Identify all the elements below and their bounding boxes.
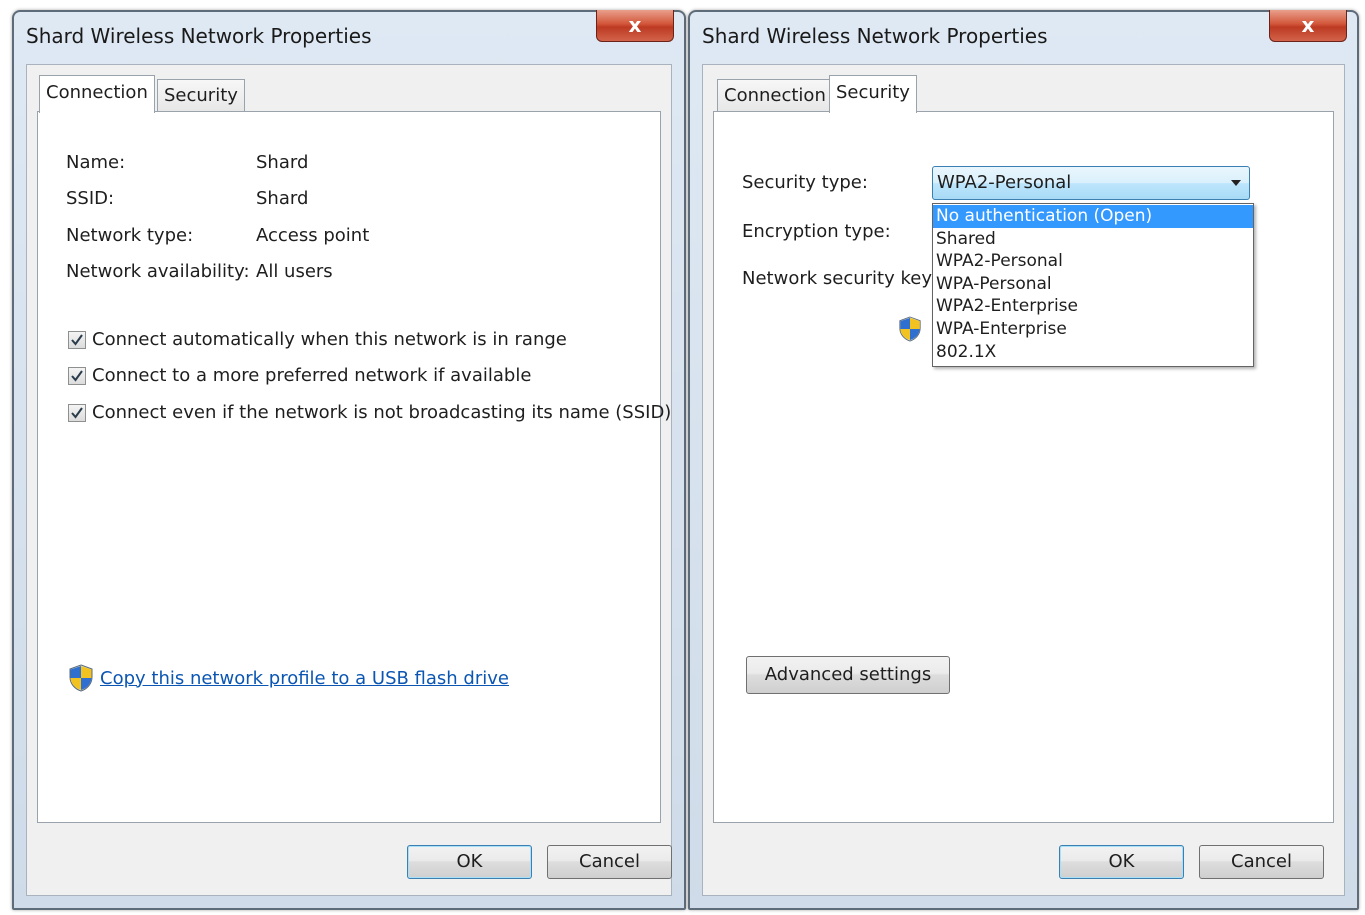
ok-button[interactable]: OK bbox=[1059, 845, 1184, 879]
network-availability-value: All users bbox=[256, 261, 333, 282]
ok-button[interactable]: OK bbox=[407, 845, 532, 879]
preferred-network-row[interactable]: Connect to a more preferred network if a… bbox=[68, 365, 531, 386]
cancel-button[interactable]: Cancel bbox=[1199, 845, 1324, 879]
option-shared[interactable]: Shared bbox=[933, 228, 1253, 251]
connection-panel: Name: Shard SSID: Shard Network type: Ac… bbox=[37, 111, 671, 823]
name-value: Shard bbox=[256, 152, 309, 173]
name-label: Name: bbox=[66, 152, 126, 173]
preferred-network-label: Connect to a more preferred network if a… bbox=[92, 365, 532, 386]
tab-security[interactable]: Security bbox=[157, 79, 245, 113]
auto-connect-checkbox[interactable] bbox=[68, 330, 86, 349]
auto-connect-row[interactable]: Connect automatically when this network … bbox=[68, 329, 567, 350]
hidden-ssid-label: Connect even if the network is not broad… bbox=[92, 402, 672, 423]
close-icon: x bbox=[1301, 13, 1315, 37]
checkmark-icon bbox=[71, 406, 83, 419]
checkmark-icon bbox=[71, 333, 83, 346]
encryption-type-label: Encryption type: bbox=[742, 221, 891, 242]
tab-connection[interactable]: Connection bbox=[717, 79, 833, 113]
security-type-label: Security type: bbox=[742, 172, 868, 193]
close-icon: x bbox=[628, 13, 642, 37]
right-dialog: Shard Wireless Network Properties x Conn… bbox=[688, 10, 1359, 910]
left-dialog: Shard Wireless Network Properties x Conn… bbox=[12, 10, 686, 910]
security-panel: Security type: WPA2-Personal Encryption … bbox=[713, 111, 1334, 823]
dialog-title: Shard Wireless Network Properties bbox=[26, 24, 372, 48]
uac-shield-icon bbox=[899, 316, 921, 342]
chevron-down-icon bbox=[1231, 180, 1241, 186]
security-type-dropdown: No authentication (Open) Shared WPA2-Per… bbox=[932, 203, 1254, 367]
cancel-button[interactable]: Cancel bbox=[547, 845, 672, 879]
option-wpa2-enterprise[interactable]: WPA2-Enterprise bbox=[933, 295, 1253, 318]
security-type-select[interactable]: WPA2-Personal bbox=[932, 166, 1250, 200]
option-wpa-enterprise[interactable]: WPA-Enterprise bbox=[933, 318, 1253, 341]
ssid-value: Shard bbox=[256, 188, 309, 209]
option-802-1x[interactable]: 802.1X bbox=[933, 341, 1253, 364]
tab-security[interactable]: Security bbox=[829, 75, 917, 113]
ssid-label: SSID: bbox=[66, 188, 115, 209]
option-wpa2-personal[interactable]: WPA2-Personal bbox=[933, 250, 1253, 273]
network-type-label: Network type: bbox=[66, 225, 194, 246]
copy-profile-row: Copy this network profile to a USB flash… bbox=[68, 664, 509, 692]
title-bar: Shard Wireless Network Properties x bbox=[14, 10, 684, 64]
tab-connection[interactable]: Connection bbox=[39, 75, 155, 113]
dialog-body: Connection Security Security type: WPA2-… bbox=[702, 64, 1345, 896]
checkmark-icon bbox=[71, 369, 83, 382]
copy-profile-link[interactable]: Copy this network profile to a USB flash… bbox=[100, 668, 509, 689]
security-type-value: WPA2-Personal bbox=[937, 172, 1072, 193]
hidden-ssid-row[interactable]: Connect even if the network is not broad… bbox=[68, 402, 671, 423]
title-bar: Shard Wireless Network Properties x bbox=[690, 10, 1357, 64]
network-key-label: Network security key bbox=[742, 268, 932, 289]
dialog-body: Connection Security Name: Shard SSID: Sh… bbox=[26, 64, 672, 896]
close-button[interactable]: x bbox=[596, 10, 674, 42]
preferred-network-checkbox[interactable] bbox=[68, 366, 86, 385]
advanced-settings-button[interactable]: Advanced settings bbox=[746, 656, 950, 694]
auto-connect-label: Connect automatically when this network … bbox=[92, 329, 567, 350]
hidden-ssid-checkbox[interactable] bbox=[68, 403, 86, 422]
uac-shield-icon bbox=[69, 664, 93, 692]
network-type-value: Access point bbox=[256, 225, 370, 246]
option-wpa-personal[interactable]: WPA-Personal bbox=[933, 273, 1253, 296]
network-availability-label: Network availability: bbox=[66, 261, 250, 282]
dialog-title: Shard Wireless Network Properties bbox=[702, 24, 1048, 48]
option-no-authentication[interactable]: No authentication (Open) bbox=[933, 205, 1253, 228]
close-button[interactable]: x bbox=[1269, 10, 1347, 42]
